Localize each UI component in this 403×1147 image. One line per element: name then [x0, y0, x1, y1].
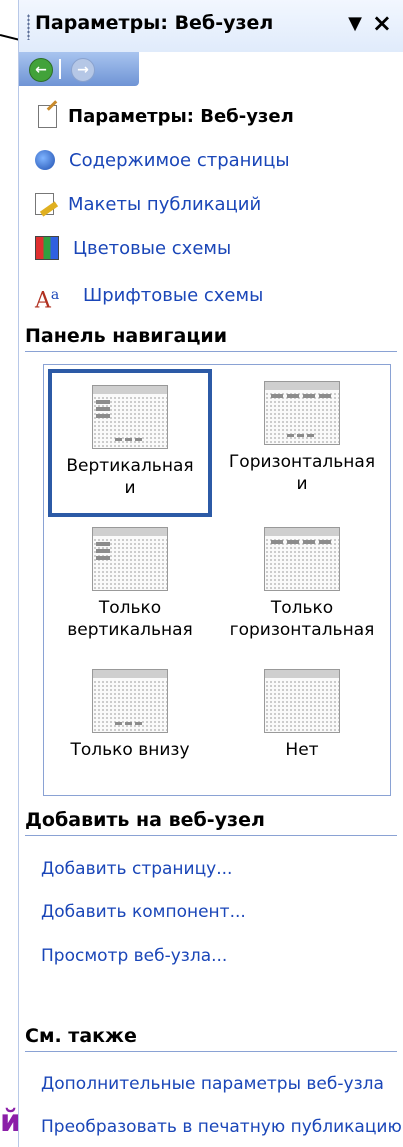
forward-arrow-icon[interactable]: →	[71, 58, 95, 82]
section-heading-see-also: См. также	[25, 1025, 397, 1052]
task-item-label: Параметры: Веб-узел	[68, 105, 294, 127]
task-item-page-content[interactable]: Содержимое страницы	[35, 143, 290, 177]
convert-to-print-link[interactable]: Преобразовать в печатную публикацию	[41, 1117, 402, 1137]
nav-option-horizontal-only[interactable]: Только горизонтальная	[220, 515, 384, 655]
add-component-link[interactable]: Добавить компонент...	[41, 902, 246, 922]
nav-option-vertical-and-horizontal[interactable]: Вертикальная и	[48, 369, 212, 517]
nav-option-label: Нет	[285, 740, 319, 760]
section-heading-add-to-site: Добавить на веб-узел	[25, 809, 397, 836]
thumbnail-icon	[92, 385, 168, 449]
thumbnail-icon	[264, 381, 340, 445]
drag-grip-icon[interactable]	[27, 14, 30, 40]
navigation-bar-gallery: Вертикальная и Горизонтальная и Только в…	[43, 364, 391, 796]
task-pane-title-bar[interactable]: Параметры: Веб-узел ▼ ×	[19, 0, 403, 52]
task-item-publication-designs[interactable]: Макеты публикаций	[35, 187, 261, 221]
task-pane: Параметры: Веб-узел ▼ × ← → Параметры: В…	[18, 0, 403, 1147]
overlay-purple-text: й	[0, 1104, 22, 1139]
close-icon[interactable]: ×	[372, 9, 392, 37]
task-item-label: Содержимое страницы	[69, 149, 290, 171]
task-pane-menu-arrow-icon[interactable]: ▼	[348, 13, 362, 34]
task-item-font-schemes[interactable]: Aa Шрифтовые схемы	[35, 278, 264, 314]
nav-option-label: и	[296, 474, 308, 494]
nav-option-horizontal-and[interactable]: Горизонтальная и	[220, 369, 384, 517]
section-heading-navigation-bar: Панель навигации	[25, 325, 397, 352]
page-edit-icon	[38, 104, 57, 128]
nav-option-label: горизонтальная	[229, 620, 375, 640]
add-page-link[interactable]: Добавить страницу...	[41, 859, 232, 879]
task-item-label: Макеты публикаций	[68, 193, 262, 215]
page-content-icon	[35, 150, 55, 170]
preview-site-link[interactable]: Просмотр веб-узла...	[41, 946, 227, 966]
layout-edit-icon	[35, 193, 54, 215]
color-grid-icon	[35, 236, 59, 260]
nav-option-label: Только внизу	[70, 740, 190, 760]
nav-option-label: Горизонтальная	[228, 452, 376, 472]
font-scheme-icon: Aa	[35, 287, 60, 314]
task-item-site-options[interactable]: Параметры: Веб-узел	[35, 99, 294, 133]
nav-option-label: Только	[270, 598, 334, 618]
task-pane-nav-bar: ← →	[19, 52, 139, 86]
nav-option-none[interactable]: Нет	[220, 657, 384, 787]
thumbnail-icon	[264, 527, 340, 591]
task-item-color-schemes[interactable]: Цветовые схемы	[35, 231, 231, 265]
thumbnail-icon	[92, 527, 168, 591]
nav-separator	[59, 59, 61, 79]
task-item-label: Шрифтовые схемы	[83, 284, 264, 306]
thumbnail-icon	[92, 669, 168, 733]
nav-option-label: Вертикальная	[66, 456, 194, 476]
back-arrow-icon[interactable]: ←	[29, 58, 53, 82]
nav-option-label: вертикальная	[67, 620, 193, 640]
nav-option-label: и	[124, 478, 136, 498]
nav-option-label: Только	[98, 598, 162, 618]
nav-option-bottom-only[interactable]: Только внизу	[48, 657, 212, 787]
nav-option-vertical-only[interactable]: Только вертикальная	[48, 515, 212, 655]
thumbnail-icon	[264, 669, 340, 733]
more-site-options-link[interactable]: Дополнительные параметры веб-узла	[41, 1074, 384, 1094]
task-pane-title: Параметры: Веб-узел	[35, 12, 274, 34]
task-item-label: Цветовые схемы	[73, 237, 232, 259]
